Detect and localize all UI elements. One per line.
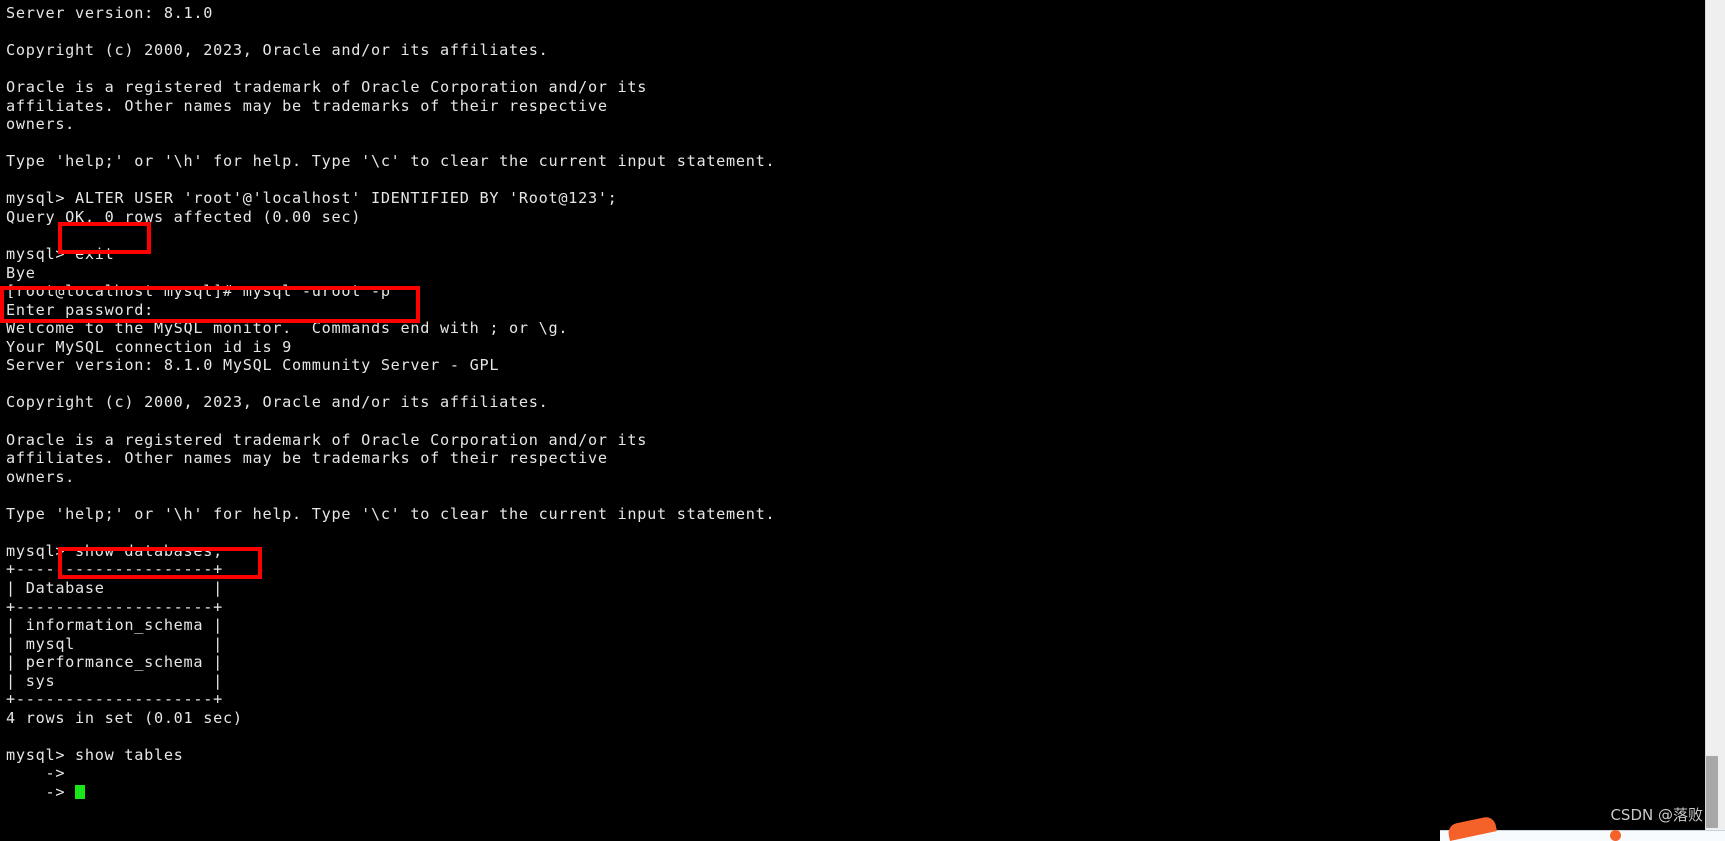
terminal-line: -> — [6, 783, 1705, 802]
terminal-line: affiliates. Other names may be trademark… — [6, 449, 608, 468]
terminal-window[interactable]: Server version: 8.1.0 Copyright (c) 2000… — [0, 0, 1705, 841]
terminal-line: Welcome to the MySQL monitor. Commands e… — [6, 319, 569, 338]
terminal-line: affiliates. Other names may be trademark… — [6, 96, 608, 115]
terminal-line: | information_schema | — [6, 616, 223, 635]
terminal-line: Server version: 8.1.0 — [6, 4, 214, 22]
csdn-watermark: CSDN @落败 — [1610, 806, 1703, 824]
terminal-line: [root@localhost mysql]# mysql -uroot -p — [6, 282, 391, 301]
terminal-line: Oracle is a registered trademark of Orac… — [6, 78, 648, 97]
terminal-line: mysql> exit — [6, 245, 115, 264]
terminal-line: Query OK, 0 rows affected (0.00 sec) — [6, 208, 362, 227]
text-cursor — [75, 784, 86, 799]
orange-dot-icon — [1610, 830, 1621, 841]
terminal-line: 4 rows in set (0.01 sec) — [6, 708, 243, 727]
terminal-line: Bye — [6, 263, 36, 282]
terminal-line: Copyright (c) 2000, 2023, Oracle and/or … — [6, 393, 549, 412]
terminal-line: | performance_schema | — [6, 653, 223, 672]
terminal-line: mysql> show databases; — [6, 541, 223, 560]
screen-root: Server version: 8.1.0 Copyright (c) 2000… — [0, 0, 1725, 841]
terminal-line: +--------------------+ — [6, 690, 223, 709]
terminal-line: mysql> ALTER USER 'root'@'localhost' IDE… — [6, 189, 618, 208]
terminal-line: | Database | — [6, 578, 223, 597]
terminal-line: Enter password: — [6, 300, 154, 319]
terminal-line: +--------------------+ — [6, 560, 223, 579]
terminal-line: owners. — [6, 115, 76, 134]
terminal-line: +--------------------+ — [6, 597, 223, 616]
page-gutter — [1705, 0, 1725, 841]
terminal-output[interactable]: Server version: 8.1.0 Copyright (c) 2000… — [6, 4, 1705, 802]
terminal-line: Oracle is a registered trademark of Orac… — [6, 430, 648, 449]
terminal-line: -> — [6, 764, 66, 783]
terminal-line: Type 'help;' or '\h' for help. Type '\c'… — [6, 152, 776, 171]
terminal-line: Your MySQL connection id is 9 — [6, 337, 293, 356]
terminal-line: Type 'help;' or '\h' for help. Type '\c'… — [6, 504, 776, 523]
terminal-line: Server version: 8.1.0 MySQL Community Se… — [6, 356, 500, 375]
terminal-line: | sys | — [6, 671, 223, 690]
vertical-scrollbar-thumb[interactable] — [1706, 756, 1718, 828]
terminal-line: owners. — [6, 467, 76, 486]
terminal-line: Copyright (c) 2000, 2023, Oracle and/or … — [6, 41, 549, 60]
terminal-line: | mysql | — [6, 634, 223, 653]
terminal-line: mysql> show tables — [6, 745, 184, 764]
